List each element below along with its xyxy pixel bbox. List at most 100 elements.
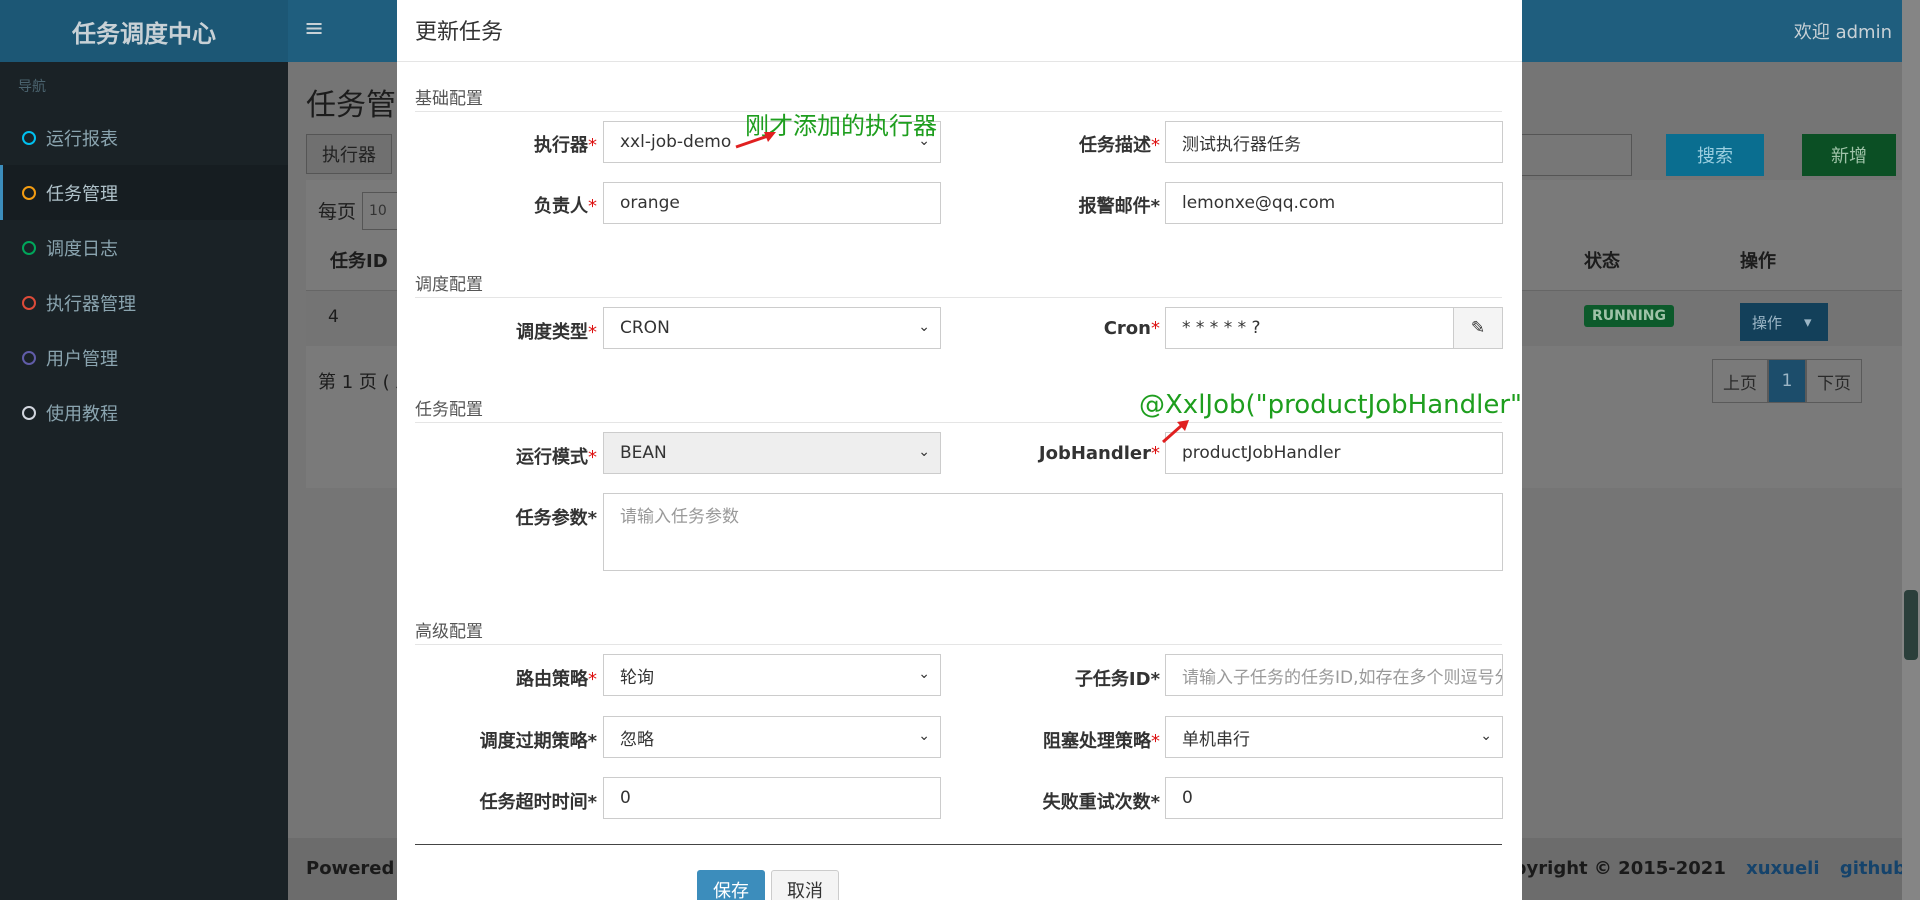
required-mark: * <box>588 447 597 468</box>
job-desc-input[interactable]: 测试执行器任务 <box>1165 121 1503 163</box>
per-page-select[interactable]: 10 <box>362 192 402 230</box>
label-text: 运行模式 <box>516 447 588 468</box>
required-mark: * <box>588 669 597 690</box>
scrollbar-thumb[interactable] <box>1904 590 1918 660</box>
required-mark: * <box>1150 196 1160 217</box>
label-text: 失败重试次数 <box>1042 792 1151 813</box>
owner-value: orange <box>620 193 680 213</box>
task-param-label: 任务参数* <box>417 504 597 530</box>
task-param-placeholder: 请输入任务参数 <box>620 507 739 527</box>
sidebar-item-report[interactable]: 运行报表 <box>0 110 288 165</box>
misfire-strategy-value: 忽略 <box>620 729 654 750</box>
sidebar-item-label: 运行报表 <box>46 128 118 150</box>
sidebar-item-users[interactable]: 用户管理 <box>0 330 288 385</box>
page-1-button[interactable]: 1 <box>1768 359 1806 403</box>
footer-copyright: Copyright © 2015-2021 xuxueli github <box>1488 858 1906 879</box>
app-logo[interactable]: 任务调度中心 <box>0 0 288 62</box>
cron-label: Cron* <box>980 318 1160 339</box>
table-header-status[interactable]: 状态 <box>1584 247 1620 273</box>
schedule-type-select[interactable]: CRON ⌄ <box>603 307 941 349</box>
sidebar-item-label: 使用教程 <box>46 403 118 425</box>
next-page-button[interactable]: 下页 <box>1806 359 1862 403</box>
label-text: 阻塞处理策略 <box>1043 731 1151 752</box>
misfire-strategy-select[interactable]: 忽略 ⌄ <box>603 716 941 758</box>
sidebar-item-logs[interactable]: 调度日志 <box>0 220 288 275</box>
required-mark: * <box>588 322 597 343</box>
prev-page-button[interactable]: 上页 <box>1712 359 1768 403</box>
page-scrollbar[interactable] <box>1902 0 1920 900</box>
block-strategy-value: 单机串行 <box>1182 729 1250 750</box>
label-text: Cron <box>1103 318 1151 339</box>
circle-icon <box>22 240 36 255</box>
required-mark: * <box>587 731 597 752</box>
retry-count-input[interactable]: 0 <box>1165 777 1503 819</box>
cron-value: * * * * * ? <box>1182 318 1261 338</box>
sidebar-item-jobs[interactable]: 任务管理 <box>0 165 288 220</box>
ops-dropdown-button[interactable]: 操作 ▾ <box>1740 303 1828 341</box>
job-desc-value: 测试执行器任务 <box>1182 134 1301 155</box>
run-mode-label: 运行模式* <box>417 443 597 469</box>
section-advanced: 高级配置 <box>415 617 1502 645</box>
required-mark: * <box>1151 443 1160 464</box>
label-text: 任务描述 <box>1079 135 1151 156</box>
sidebar-item-label: 执行器管理 <box>46 293 136 315</box>
user-welcome[interactable]: 欢迎 admin <box>1794 18 1892 44</box>
route-strategy-label: 路由策略* <box>417 665 597 691</box>
section-basic: 基础配置 <box>415 84 1502 112</box>
timeout-input[interactable]: 0 <box>603 777 941 819</box>
github-link[interactable]: github <box>1840 858 1906 879</box>
circle-icon <box>22 405 36 420</box>
cancel-button[interactable]: 取消 <box>771 870 839 900</box>
modal-title: 更新任务 <box>397 0 1522 62</box>
executor-filter[interactable]: 执行器 <box>306 134 392 174</box>
label-text: 调度类型 <box>516 322 588 343</box>
label-text: 路由策略 <box>516 669 588 690</box>
task-param-textarea[interactable]: 请输入任务参数 <box>603 493 1503 571</box>
label-text: 任务超时时间 <box>479 792 588 813</box>
label-text: 负责人 <box>534 196 588 217</box>
chevron-down-icon: ⌄ <box>918 666 930 682</box>
table-header-id[interactable]: 任务ID <box>330 247 388 273</box>
cron-input[interactable]: * * * * * ? <box>1165 307 1454 349</box>
status-badge: RUNNING <box>1584 305 1674 327</box>
owner-label: 负责人* <box>417 192 597 218</box>
required-mark: * <box>587 792 597 813</box>
save-button[interactable]: 保存 <box>697 870 765 900</box>
alarm-email-input[interactable]: lemonxe@qq.com <box>1165 182 1503 224</box>
handler-annotation: @XxlJob("productJobHandler") <box>1139 390 1522 420</box>
job-handler-value: productJobHandler <box>1182 443 1341 463</box>
route-strategy-value: 轮询 <box>620 667 654 688</box>
label-text: 报警邮件 <box>1078 196 1151 217</box>
search-button[interactable]: 搜索 <box>1666 134 1764 176</box>
per-page-label: 每页 <box>318 201 357 223</box>
child-job-id-input[interactable]: 请输入子任务的任务ID,如存在多个则逗号分隔 <box>1165 654 1503 696</box>
required-mark: * <box>1150 669 1160 690</box>
chevron-down-icon: ⌄ <box>1480 728 1492 744</box>
alarm-email-value: lemonxe@qq.com <box>1182 193 1336 213</box>
page-title: 任务管 <box>306 88 396 123</box>
required-mark: * <box>587 508 597 529</box>
sidebar-item-tutorial[interactable]: 使用教程 <box>0 385 288 440</box>
required-mark: * <box>588 196 597 217</box>
job-handler-input[interactable]: productJobHandler <box>1165 432 1503 474</box>
section-schedule: 调度配置 <box>415 270 1502 298</box>
menu-toggle-icon[interactable]: ≡ <box>304 14 324 42</box>
child-job-id-placeholder: 请输入子任务的任务ID,如存在多个则逗号分隔 <box>1182 667 1503 688</box>
add-job-button[interactable]: 新增 <box>1802 134 1896 176</box>
retry-count-label: 失败重试次数* <box>980 788 1160 814</box>
owner-input[interactable]: orange <box>603 182 941 224</box>
chevron-down-icon: ⌄ <box>918 444 930 460</box>
copyright-text: Copyright © 2015-2021 <box>1488 858 1726 879</box>
required-mark: * <box>1151 318 1160 339</box>
block-strategy-select[interactable]: 单机串行 ⌄ <box>1165 716 1503 758</box>
circle-icon <box>22 295 36 310</box>
cron-edit-button[interactable]: ✎ <box>1453 307 1503 349</box>
sidebar-item-executors[interactable]: 执行器管理 <box>0 275 288 330</box>
run-mode-select: BEAN ⌄ <box>603 432 941 474</box>
sidebar-item-label: 调度日志 <box>46 238 118 260</box>
modal-divider <box>415 844 1502 845</box>
author-link[interactable]: xuxueli <box>1746 858 1819 879</box>
sidebar-item-label: 用户管理 <box>46 348 118 370</box>
edit-icon: ✎ <box>1470 318 1486 338</box>
route-strategy-select[interactable]: 轮询 ⌄ <box>603 654 941 696</box>
